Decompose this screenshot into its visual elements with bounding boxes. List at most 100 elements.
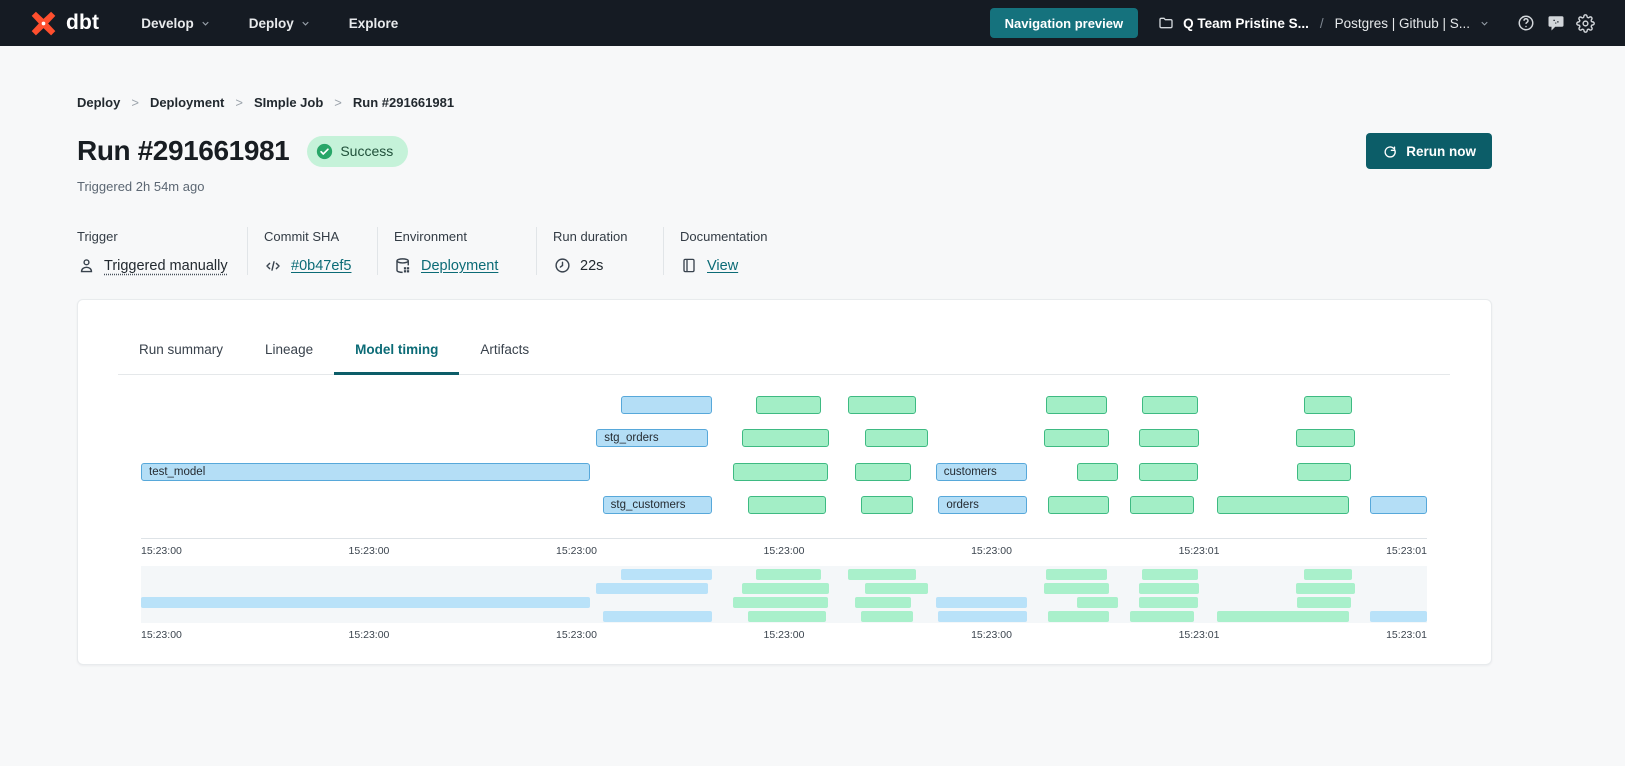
rerun-now-button[interactable]: Rerun now (1366, 133, 1492, 169)
gantt-bar[interactable] (742, 429, 829, 447)
gantt-axis: 15:23:00 15:23:00 15:23:00 15:23:00 15:2… (141, 545, 1427, 559)
gantt-bar[interactable] (748, 496, 826, 514)
mini-chart-bar (748, 611, 826, 622)
breadcrumb-simple-job[interactable]: SImple Job (254, 95, 323, 110)
tab-run-summary[interactable]: Run summary (118, 342, 244, 375)
axis-tick: 15:23:00 (349, 629, 390, 643)
database-icon (394, 257, 412, 275)
code-icon (264, 257, 282, 275)
mini-chart-bar (936, 597, 1027, 608)
project-breadcrumb[interactable]: Q Team Pristine S... / Postgres | Github… (1158, 15, 1490, 31)
run-meta-row: Trigger Triggered manually Commit SHA #0… (77, 227, 1492, 275)
tab-bar: Run summary Lineage Model timing Artifac… (118, 300, 1450, 375)
nav-menu-label: Explore (349, 16, 399, 31)
gantt-bar-stg_orders[interactable]: stg_orders (596, 429, 708, 447)
trigger-value[interactable]: Triggered manually (104, 258, 228, 274)
gantt-bar-test_model[interactable]: test_model (141, 463, 590, 481)
navigation-preview-button[interactable]: Navigation preview (990, 8, 1138, 38)
gantt-bar[interactable] (861, 496, 912, 514)
gantt-bar[interactable] (855, 463, 912, 481)
chevron-down-icon[interactable] (1479, 18, 1490, 29)
gantt-bar[interactable] (1142, 396, 1199, 414)
nav-menu-develop[interactable]: Develop (141, 16, 211, 31)
axis-tick: 15:23:00 (141, 545, 182, 559)
breadcrumb-current-run: Run #291661981 (353, 95, 454, 110)
gantt-bar[interactable] (1370, 496, 1427, 514)
breadcrumb-deployment[interactable]: Deployment (150, 95, 224, 110)
gantt-bar-customers[interactable]: customers (936, 463, 1027, 481)
tab-artifacts[interactable]: Artifacts (459, 342, 550, 375)
gantt-bar[interactable] (1139, 463, 1198, 481)
axis-tick: 15:23:01 (1179, 545, 1220, 559)
nav-menu-explore[interactable]: Explore (349, 16, 399, 31)
dbt-logo[interactable]: dbt (30, 10, 99, 37)
mini-chart[interactable] (141, 566, 1427, 623)
gantt-bar[interactable] (756, 396, 822, 414)
nav-menu-deploy[interactable]: Deploy (249, 16, 311, 31)
rerun-now-label: Rerun now (1406, 144, 1476, 159)
gantt-bar[interactable] (1139, 429, 1199, 447)
triggered-timestamp: Triggered 2h 54m ago (77, 179, 1492, 194)
axis-tick: 15:23:01 (1179, 629, 1220, 643)
document-icon (680, 257, 698, 274)
gantt-bar[interactable] (1046, 396, 1106, 414)
meta-label: Trigger (77, 229, 247, 244)
mini-chart-bar (596, 583, 708, 594)
axis-tick: 15:23:00 (971, 629, 1012, 643)
gantt-bar[interactable] (1296, 429, 1355, 447)
gantt-bar[interactable] (733, 463, 828, 481)
project-name[interactable]: Q Team Pristine S... (1183, 16, 1309, 31)
breadcrumb: Deploy > Deployment > SImple Job > Run #… (77, 94, 1492, 110)
mini-chart-bar (756, 569, 822, 580)
mini-chart-bar (1217, 611, 1348, 622)
chevron-down-icon (200, 18, 211, 29)
gantt-bar[interactable] (1217, 496, 1348, 514)
axis-tick: 15:23:00 (971, 545, 1012, 559)
mini-chart-bar (938, 611, 1027, 622)
gantt-bar[interactable] (1044, 429, 1110, 447)
mini-chart-bar (603, 611, 712, 622)
page-title: Run #291661981 (77, 135, 289, 167)
meta-environment: Environment Deployment (377, 227, 536, 275)
axis-tick: 15:23:00 (349, 545, 390, 559)
gantt-bar[interactable] (621, 396, 712, 414)
mini-chart-bar (848, 569, 916, 580)
nav-menu-label: Develop (141, 16, 194, 31)
meta-trigger: Trigger Triggered manually (77, 227, 247, 275)
breadcrumb-separator: > (120, 95, 150, 110)
gantt-bar-stg_customers[interactable]: stg_customers (603, 496, 712, 514)
nav-menus: Develop Deploy Explore (141, 16, 398, 31)
status-badge-label: Success (340, 143, 393, 159)
commit-sha-link[interactable]: #0b47ef5 (291, 258, 351, 274)
tab-model-timing[interactable]: Model timing (334, 342, 459, 375)
mini-chart-bar (1130, 611, 1194, 622)
mini-axis: 15:23:00 15:23:00 15:23:00 15:23:00 15:2… (141, 629, 1427, 643)
gantt-bar[interactable] (1077, 463, 1118, 481)
top-navbar: dbt Develop Deploy Explore Navigation pr… (0, 0, 1625, 46)
meta-label: Run duration (553, 229, 663, 244)
navbar-right: Navigation preview Q Team Pristine S... … (990, 8, 1595, 38)
gantt-bar[interactable] (1130, 496, 1194, 514)
mini-chart-bar (1304, 569, 1353, 580)
gantt-bar[interactable] (1297, 463, 1351, 481)
documentation-view-link[interactable]: View (707, 258, 738, 274)
chevron-down-icon (300, 18, 311, 29)
gear-icon[interactable] (1576, 14, 1595, 33)
breadcrumb-separator: > (323, 95, 353, 110)
environment-link[interactable]: Deployment (421, 258, 498, 274)
gantt-bar[interactable] (1048, 496, 1110, 514)
gantt-bar[interactable] (1304, 396, 1353, 414)
meta-run-duration: Run duration 22s (536, 227, 663, 275)
breadcrumb-deploy[interactable]: Deploy (77, 95, 120, 110)
gantt-bar-orders[interactable]: orders (938, 496, 1027, 514)
help-icon[interactable] (1516, 14, 1535, 33)
tab-lineage[interactable]: Lineage (244, 342, 334, 375)
run-detail-card: Run summary Lineage Model timing Artifac… (77, 299, 1492, 665)
check-circle-icon (316, 143, 333, 160)
connection-name[interactable]: Postgres | Github | S... (1335, 16, 1470, 31)
gantt-bar[interactable] (848, 396, 916, 414)
gantt-bar[interactable] (865, 429, 928, 447)
mini-chart-bar (1297, 597, 1351, 608)
gantt-chart: stg_orders test_model customers stg_custome… (141, 375, 1427, 539)
feedback-icon[interactable] (1546, 14, 1565, 33)
